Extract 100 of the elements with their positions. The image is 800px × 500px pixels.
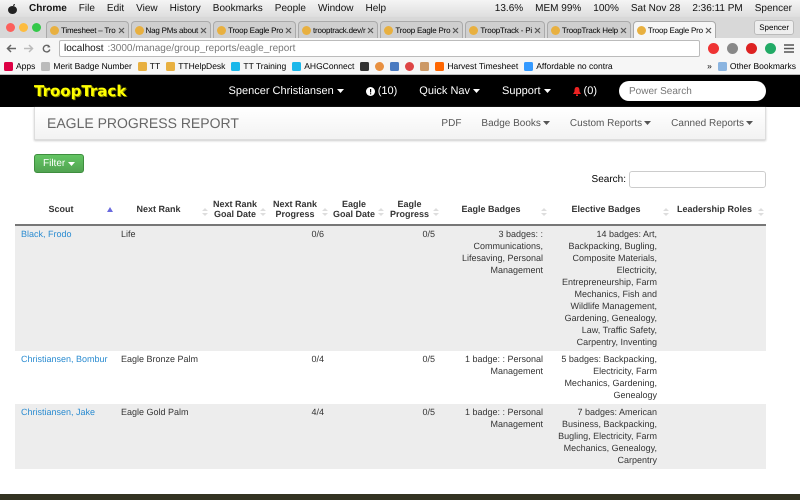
overflow-chevron[interactable]: »: [707, 61, 712, 71]
back-icon[interactable]: [6, 44, 16, 52]
favicon-icon: [636, 26, 646, 34]
menu-item[interactable]: Chrome: [29, 3, 67, 14]
table-cell: 5 badges: Backpacking, Electricity, Farm Mechanics, Gardening, Genealogy: [549, 351, 671, 404]
menu-item[interactable]: Help: [366, 3, 386, 14]
status-text: 2:36:11 PM: [692, 3, 743, 14]
table-cell: 1 badge: : Personal Management: [441, 351, 549, 404]
status-text: 100%: [593, 3, 619, 14]
menu-item[interactable]: People: [274, 3, 306, 14]
favicon-icon: [550, 26, 560, 34]
scout-link[interactable]: Christiansen, Bombur: [21, 354, 108, 364]
report-link[interactable]: Badge Books: [481, 118, 550, 128]
quick-nav-menu[interactable]: Quick Nav: [419, 85, 480, 97]
search-field[interactable]: [629, 171, 766, 188]
close-icon[interactable]: [200, 26, 208, 34]
close-icon[interactable]: [367, 26, 374, 34]
table-cell: 14 badges: Art, Backpacking, Bugling, Composite Materials, Electricity, Entrepreneurship, Farm Mechanics, Fish and Wildlife Management, Gardening, Genealogy, Law, Traffic Safety, Carpentry, Inventing: [549, 225, 671, 351]
apps-icon: [4, 62, 13, 70]
folder-icon: [718, 62, 727, 70]
bookmark[interactable]: TT Training: [231, 61, 286, 71]
caret-icon: [544, 89, 551, 93]
power-search-field[interactable]: Power Search: [619, 81, 766, 101]
close-icon[interactable]: [118, 26, 125, 34]
caret-icon: [473, 89, 480, 93]
browser-tab[interactable]: Troop Eagle Pro: [380, 21, 464, 38]
menu-item[interactable]: History: [170, 3, 201, 14]
browser-tab[interactable]: trooptrack.dev/r: [298, 21, 378, 38]
extension-icon: [746, 42, 757, 54]
table-cell: Eagle Gold Palm: [115, 404, 210, 469]
close-icon[interactable]: [534, 26, 541, 34]
bookmark-icon: [231, 62, 240, 70]
extension-icon: [765, 42, 776, 54]
status-text: 13.6%: [494, 3, 524, 14]
bookmark[interactable]: AHGConnect: [292, 61, 354, 71]
reload-icon[interactable]: [42, 44, 51, 52]
report-link[interactable]: Custom Reports: [570, 118, 652, 128]
menu-item[interactable]: Edit: [106, 3, 124, 14]
user-menu[interactable]: Spencer Christiansen: [228, 85, 344, 97]
bookmark-icon: [138, 62, 147, 70]
favicon-icon: [50, 26, 59, 34]
bookmark-icon: [41, 62, 50, 70]
favicon-icon: [469, 26, 478, 34]
bookmark[interactable]: TT: [138, 61, 160, 71]
report-link[interactable]: Canned Reports: [671, 118, 753, 128]
favicon-icon: [134, 26, 144, 34]
browser-tab[interactable]: TroopTrack - Pi: [465, 21, 545, 38]
extension-icon: [708, 42, 719, 54]
browser-tab[interactable]: Timesheet – Tro: [46, 21, 129, 38]
logo[interactable]: TroopTrack: [34, 82, 126, 100]
caret-icon: [542, 121, 550, 125]
close-icon[interactable]: [704, 26, 712, 34]
apple-icon[interactable]: [8, 4, 17, 14]
favicon-icon: [302, 26, 312, 34]
extension-icon: [727, 42, 738, 54]
bell-icon: [572, 86, 581, 96]
browser-tab[interactable]: TroopTrack Help: [546, 21, 631, 38]
bookmark[interactable]: Affordable no contra: [524, 61, 613, 71]
browser-tab[interactable]: Troop Eagle Pro: [213, 21, 296, 38]
status-text: Sat Nov 28: [630, 3, 680, 14]
address-bar[interactable]: localhost :3000/manage/group_reports/eagle_report: [59, 40, 700, 56]
report-link[interactable]: PDF: [441, 118, 462, 128]
browser-tab[interactable]: Troop Eagle Pro: [632, 21, 716, 38]
table-cell: 4/4: [268, 404, 330, 469]
menu-item[interactable]: Bookmarks: [212, 3, 263, 14]
browser-tab[interactable]: Nag PMs about: [130, 21, 212, 38]
zoom-icon: [32, 23, 41, 32]
table-cell: 0/6: [268, 225, 330, 351]
report-title: EAGLE PROGRESS REPORT: [47, 115, 240, 131]
bookmark-icon: [524, 62, 534, 70]
menu-icon[interactable]: [784, 44, 794, 52]
info-icon: [366, 86, 375, 96]
bookmark-icon: [292, 62, 302, 70]
close-icon[interactable]: [620, 26, 627, 34]
menu-item[interactable]: File: [78, 3, 95, 14]
table-cell: 0/4: [268, 351, 330, 404]
table-cell: 0/5: [386, 225, 441, 351]
bookmark[interactable]: Apps: [4, 61, 36, 71]
bookmark[interactable]: Harvest Timesheet: [435, 61, 518, 71]
search-label: Search:: [592, 174, 626, 185]
alerts-link[interactable]: (10): [366, 85, 398, 97]
favicon-icon: [217, 26, 226, 34]
menu-item[interactable]: View: [136, 3, 158, 14]
caret-icon: [68, 162, 76, 166]
close-icon[interactable]: [285, 26, 292, 34]
bookmark[interactable]: Merit Badge Number: [41, 61, 132, 71]
profile-button[interactable]: Spencer: [754, 20, 794, 35]
table-cell: 1 badge: : Personal Management: [441, 404, 549, 469]
notifications-link[interactable]: (0): [572, 85, 597, 97]
minimize-icon: [19, 23, 28, 32]
menu-item[interactable]: Window: [318, 3, 354, 14]
support-menu[interactable]: Support: [502, 85, 551, 97]
bookmark[interactable]: TTHelpDesk: [166, 61, 226, 71]
close-icon[interactable]: [452, 26, 460, 34]
table-cell: 0/5: [386, 404, 441, 469]
table-cell: Life: [115, 225, 210, 351]
table-cell: 3 badges: : Communications, Lifesaving, Personal Management: [441, 225, 549, 351]
bookmark-folder[interactable]: Other Bookmarks: [718, 61, 796, 71]
caret-icon: [746, 121, 753, 125]
bookmark-icon: [166, 62, 176, 70]
